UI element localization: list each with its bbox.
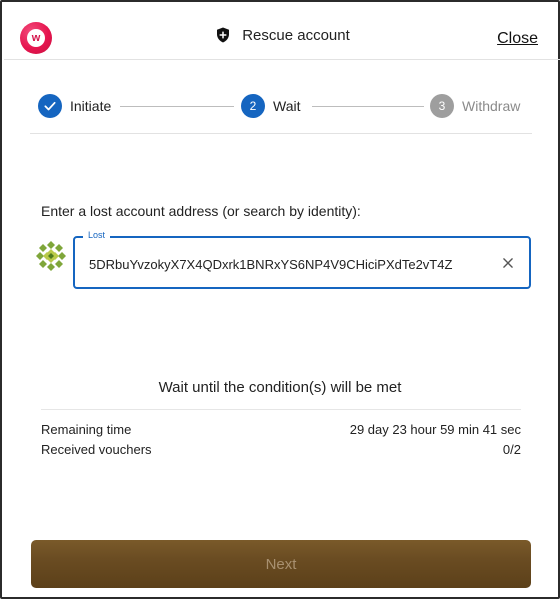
page-title: Rescue account: [242, 26, 350, 44]
clear-icon[interactable]: [499, 254, 517, 272]
received-vouchers-value: 0/2: [502, 442, 521, 457]
step-wait-label: Wait: [273, 98, 301, 114]
next-button[interactable]: Next: [31, 540, 531, 588]
step-initiate: Initiate: [38, 94, 111, 118]
step-connector: [120, 106, 234, 107]
remaining-time-row: Remaining time 29 day 23 hour 59 min 41 …: [41, 422, 521, 437]
lost-account-prompt: Enter a lost account address (or search …: [41, 203, 361, 219]
step-initiate-label: Initiate: [70, 98, 112, 114]
step-wait: 2 Wait: [241, 94, 300, 118]
step-withdraw: 3 Withdraw: [430, 94, 520, 118]
stepper-divider: [30, 133, 532, 134]
remaining-time-value: 29 day 23 hour 59 min 41 sec: [349, 422, 521, 437]
step-wait-number: 2: [241, 94, 265, 118]
received-vouchers-row: Received vouchers 0/2: [41, 442, 521, 457]
step-connector: [312, 106, 424, 107]
lost-account-field[interactable]: Lost: [73, 230, 531, 289]
remaining-time-label: Remaining time: [41, 422, 132, 437]
lost-account-input[interactable]: [89, 254, 489, 274]
step-withdraw-number: 3: [430, 94, 454, 118]
step-withdraw-label: Withdraw: [462, 98, 521, 114]
step-initiate-check-icon: [38, 94, 62, 118]
shield-plus-icon: [217, 27, 230, 43]
title-group: Rescue account: [4, 26, 560, 44]
identicon-avatar: [35, 240, 67, 272]
rescue-account-window: w Rescue account Close Initiate 2 Wait 3: [0, 0, 560, 599]
lost-field-label: Lost: [83, 230, 111, 240]
received-vouchers-label: Received vouchers: [41, 442, 152, 457]
header: w Rescue account Close: [4, 4, 560, 60]
close-link[interactable]: Close: [497, 30, 538, 48]
stepper: Initiate 2 Wait 3 Withdraw: [30, 94, 532, 120]
wait-title: Wait until the condition(s) will be met: [158, 379, 402, 396]
wait-divider: [41, 409, 521, 410]
